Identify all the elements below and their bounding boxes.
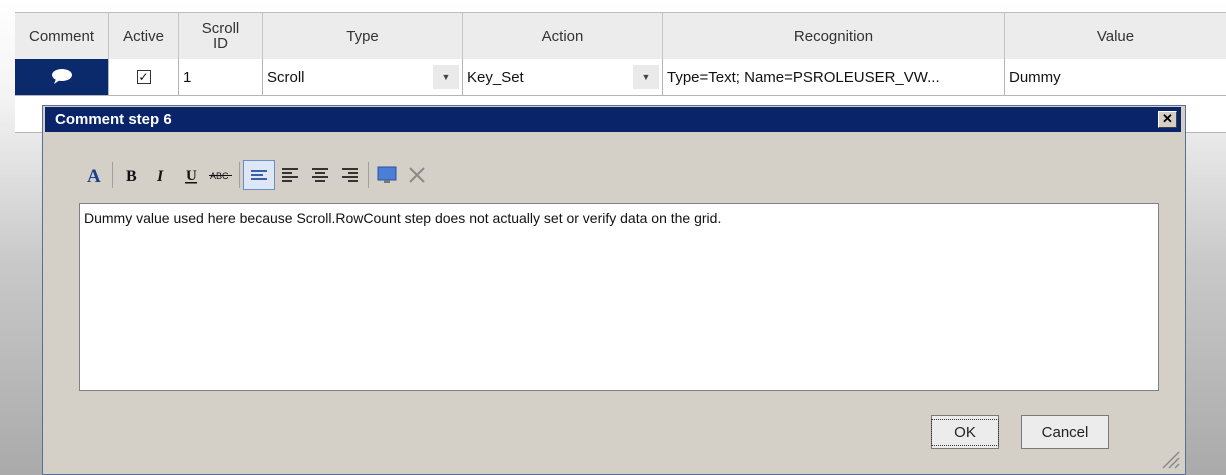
active-cell[interactable]: ✓: [109, 59, 179, 95]
align-right-icon[interactable]: [335, 161, 365, 189]
strikethrough-icon[interactable]: ABC: [206, 161, 236, 189]
recognition-cell[interactable]: Type=Text; Name=PSROLEUSER_VW...: [663, 59, 1005, 95]
comment-cell[interactable]: [15, 59, 109, 95]
delete-icon[interactable]: [402, 161, 432, 189]
close-button[interactable]: ✕: [1158, 111, 1177, 128]
format-toolbar: A B I U ABC: [79, 160, 432, 190]
svg-text:B: B: [126, 168, 137, 184]
active-checkbox[interactable]: ✓: [136, 70, 151, 84]
col-value[interactable]: Value: [1005, 13, 1226, 59]
dialog-titlebar[interactable]: Comment step 6 ✕: [45, 107, 1181, 132]
type-dropdown-arrow-icon[interactable]: ▼: [433, 65, 459, 89]
comment-dialog: Comment step 6 ✕ A B I U ABC Dummy value…: [42, 105, 1186, 475]
toolbar-separator: [239, 162, 240, 188]
action-cell[interactable]: Key_Set ▼: [463, 59, 663, 95]
comment-textarea[interactable]: Dummy value used here because Scroll.Row…: [79, 203, 1159, 391]
underline-icon[interactable]: U: [176, 161, 206, 189]
cancel-button[interactable]: Cancel: [1021, 415, 1109, 449]
toolbar-separator: [112, 162, 113, 188]
action-dropdown-arrow-icon[interactable]: ▼: [633, 65, 659, 89]
col-scroll-id[interactable]: Scroll ID: [179, 13, 263, 59]
type-value: Scroll: [267, 68, 305, 86]
font-color-icon[interactable]: A: [79, 161, 109, 189]
col-comment[interactable]: Comment: [15, 13, 109, 59]
col-active[interactable]: Active: [109, 13, 179, 59]
scroll-id-cell[interactable]: 1: [179, 59, 263, 95]
speech-bubble-icon: [51, 69, 72, 84]
col-recognition[interactable]: Recognition: [663, 13, 1005, 59]
italic-icon[interactable]: I: [146, 161, 176, 189]
insert-image-icon[interactable]: [372, 161, 402, 189]
svg-text:I: I: [156, 168, 164, 184]
cancel-label: Cancel: [1041, 423, 1089, 441]
align-center-icon[interactable]: [305, 161, 335, 189]
wrap-icon[interactable]: [243, 160, 275, 190]
toolbar-separator: [368, 162, 369, 188]
value-cell[interactable]: Dummy: [1005, 59, 1226, 95]
bold-icon[interactable]: B: [116, 161, 146, 189]
ok-button[interactable]: OK: [931, 415, 999, 449]
table-row[interactable]: ✓ 1 Scroll ▼ Key_Set ▼ Type=Text; Name=P…: [15, 59, 1226, 96]
type-cell[interactable]: Scroll ▼: [263, 59, 463, 95]
grid-header: Comment Active Scroll ID Type Action Rec…: [15, 12, 1226, 60]
col-type[interactable]: Type: [263, 13, 463, 59]
svg-text:A: A: [87, 166, 101, 185]
svg-text:U: U: [186, 168, 197, 184]
action-value: Key_Set: [467, 68, 524, 86]
ok-label: OK: [931, 418, 999, 446]
resize-grip-icon[interactable]: [1159, 448, 1181, 470]
col-action[interactable]: Action: [463, 13, 663, 59]
dialog-title: Comment step 6: [55, 111, 172, 128]
align-left-icon[interactable]: [275, 161, 305, 189]
